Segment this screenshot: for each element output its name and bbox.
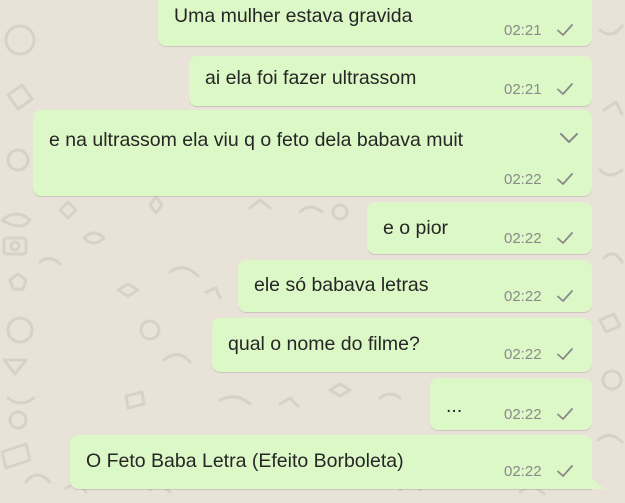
- check-icon: [557, 348, 573, 360]
- message-text: e o pior: [383, 217, 449, 239]
- message-bubble[interactable]: ele só babava letras 02:22: [238, 260, 592, 312]
- message-time: 02:22: [504, 463, 542, 480]
- chevron-down-icon[interactable]: [559, 132, 579, 144]
- message-time: 02:22: [504, 288, 542, 305]
- check-icon: [557, 24, 573, 36]
- check-icon: [557, 408, 573, 420]
- message-text: O Feto Baba Letra (Efeito Borboleta): [86, 450, 404, 472]
- message-text: ai ela foi fazer ultrassom: [205, 67, 417, 89]
- check-icon: [557, 173, 573, 185]
- message-bubble[interactable]: O Feto Baba Letra (Efeito Borboleta) 02:…: [70, 435, 592, 489]
- check-icon: [557, 465, 573, 477]
- bubble-tail: [591, 476, 606, 489]
- message-time: 02:21: [504, 22, 542, 39]
- message-time: 02:21: [504, 81, 542, 98]
- message-bubble[interactable]: e na ultrassom ela viu q o feto dela bab…: [33, 110, 592, 196]
- message-time: 02:22: [504, 230, 542, 247]
- message-text: ele só babava letras: [254, 274, 429, 296]
- message-text: Uma mulher estava gravida: [174, 5, 413, 27]
- message-text: e na ultrassom ela viu q o feto dela bab…: [49, 129, 464, 151]
- message-time: 02:22: [504, 171, 542, 188]
- check-icon: [557, 232, 573, 244]
- message-time: 02:22: [504, 346, 542, 363]
- message-bubble[interactable]: ... 02:22: [430, 378, 592, 430]
- message-bubble[interactable]: e o pior 02:22: [367, 202, 592, 254]
- message-bubble[interactable]: ai ela foi fazer ultrassom 02:21: [189, 56, 592, 106]
- message-text: qual o nome do filme?: [228, 333, 420, 355]
- message-text: ...: [446, 395, 463, 417]
- check-icon: [557, 83, 573, 95]
- message-bubble[interactable]: qual o nome do filme? 02:22: [212, 318, 592, 372]
- message-bubble[interactable]: Uma mulher estava gravida 02:21: [158, 0, 592, 46]
- chat-message-list: Uma mulher estava gravida 02:21 ai ela f…: [0, 0, 625, 503]
- check-icon: [557, 290, 573, 302]
- message-time: 02:22: [504, 406, 542, 423]
